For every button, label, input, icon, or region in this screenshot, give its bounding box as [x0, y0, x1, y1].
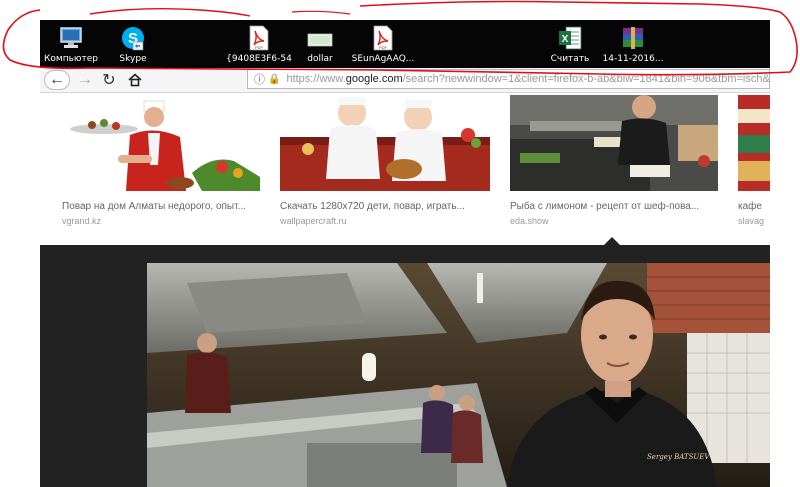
- pdf-file-icon: PDF: [370, 25, 396, 51]
- result-caption[interactable]: Повар на дом Алматы недорого, опыт...: [62, 201, 262, 212]
- desktop-icon-label: 14-11-2016...: [602, 54, 664, 64]
- home-icon: [128, 73, 142, 87]
- svg-text:PDF: PDF: [255, 45, 264, 50]
- pdf-file-icon: PDF: [246, 25, 272, 51]
- desktop-icon-label: Считать: [550, 54, 590, 64]
- reload-icon: ↻: [102, 72, 116, 89]
- result-caption[interactable]: Рыба с лимоном - рецепт от шеф-пова...: [510, 201, 722, 212]
- desktop-icon-pdf-2[interactable]: PDF SEunAgAAQ...: [343, 22, 423, 68]
- arrow-right-icon: →: [77, 71, 93, 88]
- image-results-row: Повар на дом Алматы недорого, опыт... vg…: [40, 93, 770, 243]
- desktop-icon-label: Skype: [119, 54, 147, 64]
- result-caption[interactable]: Скачать 1280x720 дети, повар, играть...: [280, 201, 494, 212]
- desktop-icon-label: dollar: [307, 54, 333, 64]
- image-file-icon: [307, 25, 333, 51]
- desktop-icon-archive[interactable]: 14-11-2016...: [593, 22, 673, 68]
- computer-icon: [58, 25, 84, 51]
- excel-file-icon: X: [557, 25, 583, 51]
- arrow-left-icon: ←: [49, 71, 65, 88]
- winrar-archive-icon: [620, 25, 646, 51]
- result-thumbnail[interactable]: [280, 95, 490, 191]
- chef-badge: Sergey BATSUEV: [647, 453, 710, 461]
- home-button[interactable]: [124, 70, 146, 90]
- result-source: vgrand.kz: [62, 216, 102, 226]
- lock-icon: 🔒: [268, 73, 281, 85]
- info-icon[interactable]: ⓘ: [254, 71, 265, 87]
- preview-image[interactable]: Sergey BATSUEV: [147, 263, 770, 487]
- url-text: https://www.google.com/search?newwindow=…: [286, 73, 770, 85]
- reload-button[interactable]: ↻: [98, 70, 120, 90]
- desktop-icon-label: SEunAgAAQ...: [351, 54, 415, 64]
- result-source: slavag: [738, 216, 765, 226]
- result-source: wallpapercraft.ru: [280, 216, 347, 226]
- forward-button[interactable]: →: [74, 70, 96, 90]
- browser-toolbar: ← → ↻ ⓘ 🔒 https://www.google.com/search?…: [40, 68, 770, 93]
- result-thumbnail[interactable]: [510, 95, 718, 191]
- result-thumbnail[interactable]: [738, 95, 770, 191]
- desktop-icon-label: Компьютер: [44, 54, 98, 64]
- result-caption[interactable]: кафе: [738, 201, 770, 212]
- image-preview-panel: Sergey BATSUEV: [40, 245, 770, 487]
- skype-icon: S: [120, 25, 146, 51]
- address-bar[interactable]: ⓘ 🔒 https://www.google.com/search?newwin…: [247, 69, 770, 89]
- result-thumbnail[interactable]: [62, 95, 260, 191]
- back-button[interactable]: ←: [44, 70, 70, 90]
- desktop-icon-strip: Компьютер S Skype PDF {9408E3F6-54 dolla…: [40, 20, 770, 68]
- preview-pointer: [604, 237, 620, 245]
- desktop-icon-skype[interactable]: S Skype: [93, 22, 173, 68]
- svg-text:X: X: [562, 34, 569, 45]
- result-source: eda.show: [510, 216, 549, 226]
- svg-text:PDF: PDF: [379, 45, 388, 50]
